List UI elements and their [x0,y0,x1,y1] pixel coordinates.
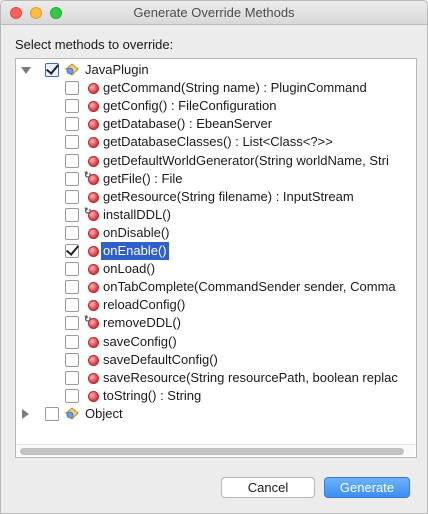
chevron-down-icon[interactable] [21,67,31,74]
method-checkbox[interactable] [65,370,79,385]
method-icon [88,372,99,384]
window-title: Generate Override Methods [133,5,295,20]
checkbox-object[interactable] [45,406,59,421]
tree-node-object[interactable]: Object [16,405,416,423]
method-checkbox[interactable] [65,189,79,204]
method-checkbox[interactable] [65,280,79,295]
method-icon [88,155,99,167]
method-checkbox[interactable] [65,135,79,150]
method-checkbox[interactable] [65,316,79,331]
tree-method-row[interactable]: toString() : String [16,387,416,405]
method-label: getFile() : File [103,170,183,186]
method-checkbox[interactable] [65,99,79,114]
tree-method-row[interactable]: getDefaultWorldGenerator(String worldNam… [16,152,416,170]
method-checkbox[interactable] [65,207,79,222]
class-icon [65,63,79,76]
method-label: getCommand(String name) : PluginCommand [103,80,367,96]
method-icon [88,300,99,312]
tree-method-row[interactable]: onLoad() [16,260,416,278]
tree-method-row[interactable]: saveDefaultConfig() [16,351,416,369]
chevron-right-icon[interactable] [22,408,29,419]
tree-method-row[interactable]: onTabComplete(CommandSender sender, Comm… [16,278,416,296]
method-icon [88,354,99,366]
horizontal-scrollbar[interactable] [17,444,415,456]
cancel-button[interactable]: Cancel [221,477,315,498]
method-checkbox[interactable] [65,225,79,240]
tree-method-row[interactable]: onEnable() [16,242,416,260]
method-checkbox[interactable] [65,244,79,258]
method-label: toString() : String [103,387,202,403]
node-label: Object [85,405,123,421]
method-checkbox[interactable] [65,388,79,403]
method-label: onEnable() [101,242,169,260]
method-icon [88,390,99,402]
method-icon [88,282,99,294]
generate-override-dialog: Generate Override Methods Select methods… [0,0,428,514]
tree-method-row[interactable]: ↻ removeDDL() [16,314,416,332]
method-label: getDatabaseClasses() : List<Class<?>> [103,134,333,150]
title-bar[interactable]: Generate Override Methods [1,1,427,25]
generate-button[interactable]: Generate [324,477,410,498]
method-checkbox[interactable] [65,117,79,132]
node-label: JavaPlugin [85,62,149,77]
method-icon [88,227,99,239]
method-label: removeDDL() [103,315,182,331]
tree-method-row[interactable]: getDatabaseClasses() : List<Class<?>> [16,133,416,151]
tree-method-row[interactable]: getDatabase() : EbeanServer [16,115,416,133]
method-icon [88,246,99,257]
tree-method-row[interactable]: saveConfig() [16,333,416,351]
tree-method-row[interactable]: reloadConfig() [16,296,416,314]
method-checkbox[interactable] [65,153,79,168]
method-icon [88,264,99,276]
method-label: installDDL() [103,206,171,222]
tree-method-row[interactable]: onDisable() [16,224,416,242]
tree-method-row[interactable]: getCommand(String name) : PluginCommand [16,79,416,97]
instruction-label: Select methods to override: [15,37,174,52]
tree-method-row[interactable]: getResource(String filename) : InputStre… [16,188,416,206]
method-label: onLoad() [103,261,156,277]
method-label: getDatabase() : EbeanServer [103,116,273,132]
method-label: onDisable() [103,224,170,240]
method-checkbox[interactable] [65,81,79,96]
method-checkbox[interactable] [65,171,79,186]
method-label: getConfig() : FileConfiguration [103,98,277,114]
method-icon [88,119,99,131]
tree-method-row[interactable]: getConfig() : FileConfiguration [16,97,416,115]
method-label: saveResource(String resourcePath, boolea… [103,369,398,385]
method-icon [88,191,99,203]
method-label: getDefaultWorldGenerator(String worldNam… [103,152,389,168]
checkbox-javaplugin[interactable] [45,63,59,77]
tree-method-row[interactable]: saveResource(String resourcePath, boolea… [16,369,416,387]
method-tree[interactable]: JavaPlugin getCommand(String name) : Plug… [15,58,417,458]
horizontal-scrollbar-thumb[interactable] [20,448,404,455]
method-icon [88,209,99,221]
method-checkbox[interactable] [65,262,79,277]
method-label: getResource(String filename) : InputStre… [103,188,354,204]
method-label: saveDefaultConfig() [103,351,218,367]
method-checkbox[interactable] [65,334,79,349]
method-icon [88,173,99,185]
method-icon [88,101,99,113]
class-icon [65,407,79,420]
tree-method-row[interactable]: ↻ getFile() : File [16,170,416,188]
method-label: reloadConfig() [103,297,186,313]
method-icon [88,137,99,149]
method-icon [88,336,99,348]
tree-method-row[interactable]: ↻ installDDL() [16,206,416,224]
method-checkbox[interactable] [65,298,79,313]
method-checkbox[interactable] [65,352,79,367]
method-label: saveConfig() [103,333,177,349]
method-icon [88,83,99,95]
tree-node-javaplugin[interactable]: JavaPlugin [16,61,416,79]
method-icon [88,318,99,330]
method-label: onTabComplete(CommandSender sender, Comm… [103,279,396,295]
